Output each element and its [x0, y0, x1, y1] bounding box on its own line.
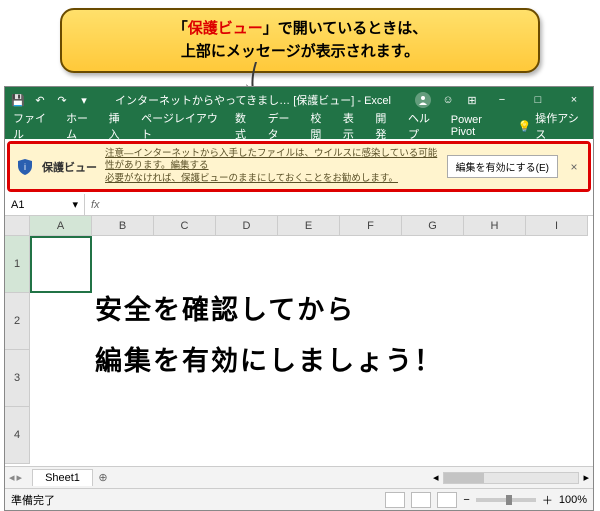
active-cell[interactable]: [30, 236, 92, 293]
formula-bar-row: A1 ▾ fx: [5, 194, 593, 216]
callout-line2: 上部にメッセージが表示されます。: [181, 43, 419, 60]
callout-line1-suffix: 」で開いているときは、: [263, 20, 428, 37]
horizontal-scrollbar[interactable]: [443, 472, 580, 484]
save-icon[interactable]: 💾: [11, 93, 25, 107]
tab-developer[interactable]: 開発: [375, 110, 396, 142]
hscroll-right[interactable]: ▸: [583, 471, 589, 484]
feedback-icon[interactable]: ☺: [441, 93, 455, 107]
hscroll-left[interactable]: ◂: [433, 471, 439, 484]
window-title: インターネットからやってきまし… [保護ビュー] - Excel: [91, 92, 415, 108]
tab-scroll-left[interactable]: ◂: [9, 471, 15, 484]
row-header[interactable]: 1: [5, 236, 30, 293]
redo-icon[interactable]: ↷: [55, 93, 69, 107]
new-sheet-button[interactable]: ⊕: [93, 471, 113, 484]
tab-formulas[interactable]: 数式: [235, 110, 256, 142]
col-header[interactable]: G: [402, 216, 464, 236]
tab-help[interactable]: ヘルプ: [408, 110, 439, 142]
view-pagebreak-button[interactable]: [437, 492, 457, 508]
tab-data[interactable]: データ: [268, 110, 299, 142]
status-ready: 準備完了: [11, 492, 55, 508]
col-header[interactable]: B: [92, 216, 154, 236]
minimize-button[interactable]: −: [489, 87, 515, 113]
tell-me-label: 操作アシス: [535, 110, 585, 142]
col-header[interactable]: H: [464, 216, 526, 236]
row-header[interactable]: 3: [5, 350, 30, 407]
undo-icon[interactable]: ↶: [33, 93, 47, 107]
zoom-in-button[interactable]: ＋: [542, 492, 553, 508]
protected-view-highlight: i 保護ビュー 注意―インターネットから入手したファイルは、ウイルスに感染してい…: [7, 141, 591, 192]
fx-icon[interactable]: fx: [91, 199, 100, 211]
tab-home[interactable]: ホーム: [66, 110, 97, 142]
col-header[interactable]: C: [154, 216, 216, 236]
ribbon-options-icon[interactable]: ⊞: [465, 93, 479, 107]
svg-text:i: i: [24, 162, 26, 172]
ribbon-tabs: ファイル ホーム 挿入 ページレイアウト 数式 データ 校閲 表示 開発 ヘルプ…: [5, 113, 593, 139]
zoom-level[interactable]: 100%: [559, 494, 587, 506]
tab-view[interactable]: 表示: [343, 110, 364, 142]
view-pagelayout-button[interactable]: [411, 492, 431, 508]
sheet-tabs-row: ◂ ▸ Sheet1 ⊕ ◂ ▸: [5, 466, 593, 488]
protected-view-message[interactable]: 注意―インターネットから入手したファイルは、ウイルスに感染している可能性がありま…: [105, 148, 439, 185]
protected-view-label: 保護ビュー: [42, 159, 97, 175]
tab-file[interactable]: ファイル: [13, 110, 54, 142]
tell-me-icon: 💡: [518, 120, 532, 133]
tab-review[interactable]: 校閲: [310, 110, 331, 142]
row-header[interactable]: 2: [5, 293, 30, 350]
sheet-tab[interactable]: Sheet1: [32, 469, 93, 486]
col-header[interactable]: I: [526, 216, 588, 236]
zoom-knob[interactable]: [506, 495, 512, 505]
tab-insert[interactable]: 挿入: [109, 110, 130, 142]
zoom-slider[interactable]: [476, 498, 536, 502]
protected-view-bar: i 保護ビュー 注意―インターネットから入手したファイルは、ウイルスに感染してい…: [10, 144, 588, 189]
select-all-corner[interactable]: [5, 216, 30, 236]
chevron-down-icon: ▾: [72, 198, 78, 211]
zoom-out-button[interactable]: −: [463, 494, 469, 506]
qat-dropdown-icon[interactable]: ▾: [77, 93, 91, 107]
account-avatar[interactable]: [415, 92, 431, 108]
tab-powerpivot[interactable]: Power Pivot: [451, 114, 506, 138]
scrollbar-thumb[interactable]: [444, 473, 484, 483]
status-bar: 準備完了 − ＋ 100%: [5, 488, 593, 510]
col-header[interactable]: D: [216, 216, 278, 236]
name-box[interactable]: A1 ▾: [5, 194, 85, 215]
tab-scroll-right[interactable]: ▸: [17, 471, 23, 484]
col-header[interactable]: F: [340, 216, 402, 236]
protected-view-close[interactable]: ×: [566, 160, 582, 174]
enable-editing-button[interactable]: 編集を有効にする(E): [447, 155, 558, 178]
tab-pagelayout[interactable]: ページレイアウト: [141, 110, 223, 142]
callout-line1-prefix: 「: [173, 20, 188, 37]
overlay-message: 安全を確認してから 編集を有効にしましょう！: [95, 285, 443, 388]
tell-me[interactable]: 💡 操作アシス: [518, 110, 585, 142]
col-header[interactable]: A: [30, 216, 92, 236]
col-header[interactable]: E: [278, 216, 340, 236]
row-header[interactable]: 4: [5, 407, 30, 464]
callout-highlight: 保護ビュー: [188, 20, 263, 37]
view-normal-button[interactable]: [385, 492, 405, 508]
shield-icon: i: [16, 158, 34, 176]
explanation-callout: 「保護ビュー」で開いているときは、 上部にメッセージが表示されます。: [60, 8, 540, 73]
